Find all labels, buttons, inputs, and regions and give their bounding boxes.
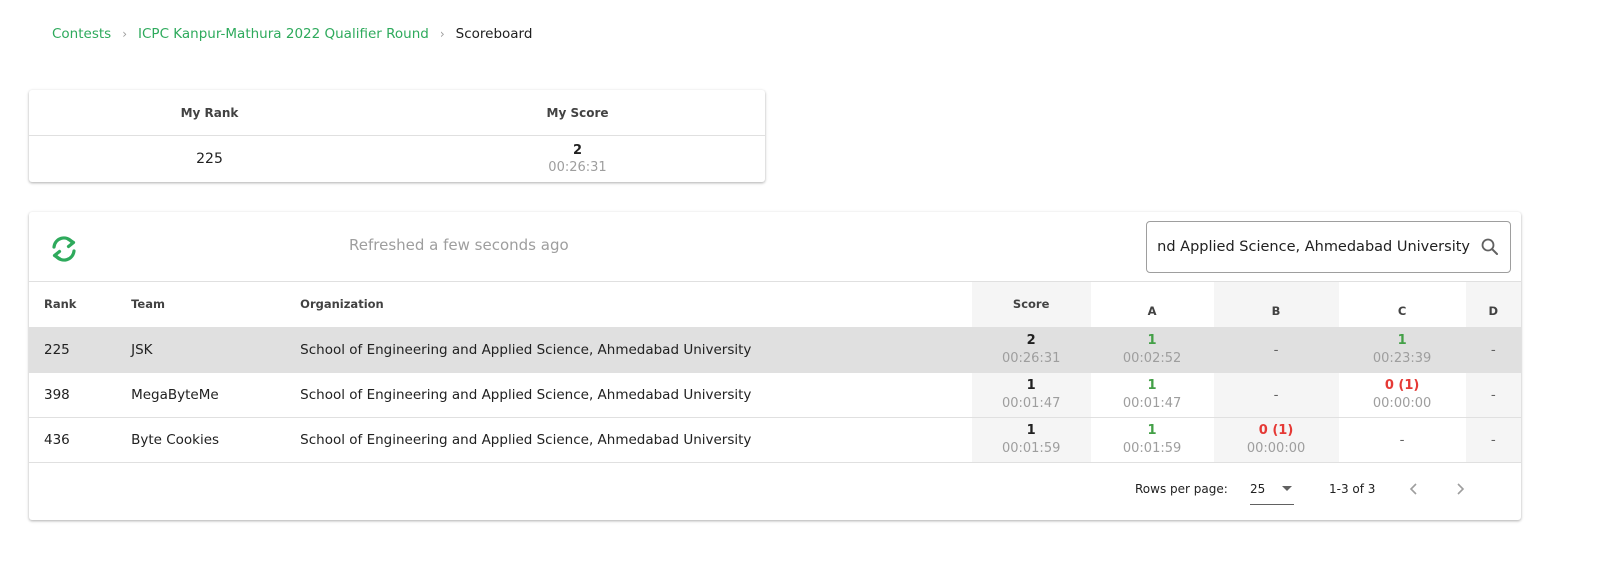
chevron-left-icon — [1409, 483, 1417, 495]
my-score-label: My Score — [546, 105, 609, 120]
cell-team: JSK — [116, 326, 286, 372]
cell-problem-a: 1 00:01:59 — [1090, 416, 1214, 462]
search-input[interactable] — [1147, 222, 1470, 272]
search-box[interactable] — [1146, 221, 1511, 273]
my-rank-card: My Rank My Score 225 2 00:26:31 — [29, 90, 765, 182]
cell-score: 1 00:01:59 — [971, 416, 1091, 462]
column-header-problem-d[interactable]: D — [1465, 282, 1521, 327]
problem-result: 1 — [1147, 377, 1157, 393]
refresh-button[interactable] — [47, 232, 81, 266]
problem-result: - — [1273, 386, 1279, 403]
my-score-time: 00:26:31 — [548, 160, 607, 175]
cell-problem-a: 1 00:02:52 — [1090, 326, 1214, 372]
problem-result: - — [1273, 341, 1279, 358]
score-time: 00:01:47 — [1001, 395, 1061, 411]
score-time: 00:26:31 — [1001, 350, 1061, 366]
score-value: 2 — [1026, 332, 1036, 348]
column-header-score: Score — [971, 282, 1091, 327]
problem-result: 0 (1) — [1384, 377, 1420, 393]
problem-result: 0 (1) — [1258, 422, 1294, 438]
my-rank-value: 225 — [196, 151, 223, 167]
breadcrumb-contests-link[interactable]: Contests — [52, 26, 111, 42]
cell-problem-b: - — [1213, 326, 1339, 372]
problem-time: 00:00:00 — [1246, 440, 1306, 456]
column-header-problem-b[interactable]: B — [1213, 282, 1339, 327]
problem-time: 00:01:47 — [1122, 395, 1182, 411]
problem-time: 00:00:00 — [1372, 395, 1432, 411]
cell-problem-b: - — [1213, 371, 1339, 417]
problem-result: - — [1490, 341, 1496, 358]
table-header-row: Rank Team Organization Score A B C D — [29, 282, 1521, 327]
rows-per-page-select[interactable]: 25 — [1250, 475, 1294, 505]
breadcrumb-separator: › — [122, 27, 128, 41]
cell-organization: School of Engineering and Applied Scienc… — [285, 371, 972, 417]
cell-problem-c: 1 00:23:39 — [1338, 326, 1466, 372]
cell-score: 2 00:26:31 — [971, 326, 1091, 372]
cell-problem-c: 0 (1) 00:00:00 — [1338, 371, 1466, 417]
cell-team: Byte Cookies — [116, 416, 286, 462]
cell-rank: 398 — [29, 371, 117, 417]
pagination-range: 1-3 of 3 — [1329, 482, 1376, 496]
refresh-icon — [52, 236, 76, 262]
cell-problem-c: - — [1338, 416, 1466, 462]
cell-problem-d: - — [1465, 371, 1521, 417]
cell-score: 1 00:01:47 — [971, 371, 1091, 417]
my-rank-card-row: 225 2 00:26:31 — [29, 136, 765, 182]
score-value: 1 — [1026, 377, 1036, 393]
dropdown-caret-icon — [1282, 486, 1292, 491]
problem-result: 1 — [1147, 332, 1157, 348]
scoreboard-table: Rank Team Organization Score A B C D 225… — [29, 282, 1521, 462]
cell-organization: School of Engineering and Applied Scienc… — [285, 326, 972, 372]
my-score-value: 2 — [572, 143, 583, 158]
column-header-organization: Organization — [300, 297, 384, 312]
my-rank-label: My Rank — [180, 105, 239, 120]
previous-page-button[interactable] — [1402, 477, 1426, 501]
breadcrumb-current: Scoreboard — [455, 26, 533, 42]
scoreboard-toolbar: Refreshed a few seconds ago — [29, 212, 1521, 282]
breadcrumb-contest-link[interactable]: ICPC Kanpur-Mathura 2022 Qualifier Round — [138, 26, 429, 42]
problem-result: 1 — [1147, 422, 1157, 438]
cell-team: MegaByteMe — [116, 371, 286, 417]
column-header-problem-a[interactable]: A — [1091, 282, 1214, 327]
refreshed-status: Refreshed a few seconds ago — [349, 236, 569, 254]
cell-problem-a: 1 00:01:47 — [1090, 371, 1214, 417]
column-header-rank: Rank — [44, 297, 77, 312]
table-row: 436 Byte Cookies School of Engineering a… — [29, 416, 1521, 462]
table-row: 225 JSK School of Engineering and Applie… — [29, 326, 1521, 372]
chevron-right-icon — [1457, 483, 1465, 495]
score-value: 1 — [1026, 422, 1036, 438]
problem-result: - — [1399, 431, 1405, 448]
pagination-footer: Rows per page: 25 1-3 of 3 — [29, 462, 1521, 514]
rows-per-page-label: Rows per page: — [1135, 482, 1228, 496]
rows-per-page-value: 25 — [1250, 481, 1266, 496]
score-time: 00:01:59 — [1001, 440, 1061, 456]
problem-time: 00:01:59 — [1122, 440, 1182, 456]
column-header-team: Team — [131, 297, 165, 312]
cell-organization: School of Engineering and Applied Scienc… — [285, 416, 972, 462]
search-icon — [1481, 238, 1498, 255]
next-page-button[interactable] — [1448, 477, 1472, 501]
cell-rank: 436 — [29, 416, 117, 462]
problem-result: 1 — [1397, 332, 1407, 348]
breadcrumb-separator: › — [439, 27, 445, 41]
problem-time: 00:02:52 — [1122, 350, 1182, 366]
cell-problem-d: - — [1465, 326, 1521, 372]
cell-problem-b: 0 (1) 00:00:00 — [1213, 416, 1339, 462]
column-header-problem-c[interactable]: C — [1339, 282, 1466, 327]
problem-result: - — [1490, 431, 1496, 448]
problem-time: 00:23:39 — [1372, 350, 1432, 366]
problem-result: - — [1490, 386, 1496, 403]
my-rank-card-header: My Rank My Score — [29, 90, 765, 136]
cell-rank: 225 — [29, 326, 117, 372]
cell-problem-d: - — [1465, 416, 1521, 462]
breadcrumb: Contests › ICPC Kanpur-Mathura 2022 Qual… — [52, 25, 532, 43]
table-row: 398 MegaByteMe School of Engineering and… — [29, 371, 1521, 417]
search-button[interactable] — [1470, 222, 1510, 272]
my-score-cell: 2 00:26:31 — [390, 136, 765, 182]
scoreboard-card: Refreshed a few seconds ago Rank Team Or… — [29, 212, 1521, 520]
